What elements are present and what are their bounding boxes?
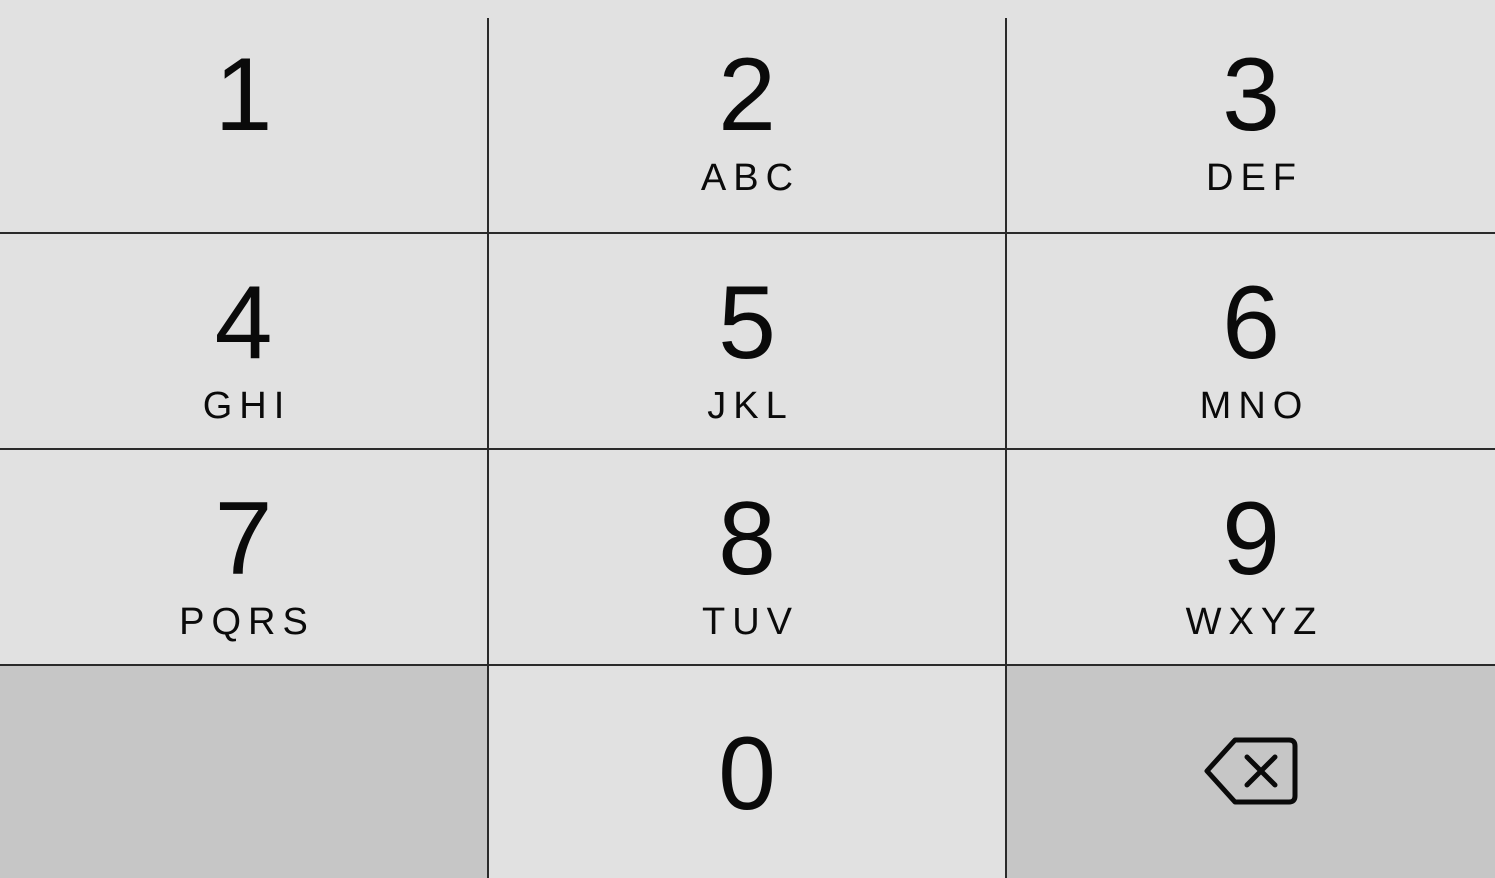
key-8[interactable]: 8 TUV [489,450,1007,666]
key-0[interactable]: 0 [489,666,1007,878]
key-digit: 9 [1222,481,1280,597]
key-letters: MNO [1199,385,1310,427]
key-digit: 7 [214,481,273,597]
backspace-icon [1204,737,1298,805]
key-5[interactable]: 5 JKL [489,234,1007,450]
key-letters: WXYZ [1185,601,1324,643]
key-2[interactable]: 2 ABC [489,0,1007,234]
key-digit: 5 [718,265,776,381]
key-digit: 1 [214,37,273,153]
key-4[interactable]: 4 GHI [0,234,489,450]
key-letters: JKL [707,385,794,427]
key-letters: DEF [1206,157,1303,199]
key-digit: 2 [718,37,776,153]
key-letters: TUV [702,601,799,643]
key-letters: GHI [202,385,292,427]
key-digit: 3 [1222,37,1280,153]
key-1[interactable]: 1 [0,0,489,234]
key-digit: 0 [718,716,776,832]
key-digit: 6 [1222,265,1280,381]
numeric-keypad: 1 2 ABC 3 DEF 4 GHI 5 JKL 6 MNO 7 PQRS 8… [0,0,1495,878]
key-digit: 8 [718,481,776,597]
key-letters: PQRS [179,601,315,643]
key-9[interactable]: 9 WXYZ [1007,450,1495,666]
key-digit: 4 [214,265,273,381]
backspace-button[interactable] [1007,666,1495,878]
key-letters: ABC [700,157,801,199]
key-7[interactable]: 7 PQRS [0,450,489,666]
key-6[interactable]: 6 MNO [1007,234,1495,450]
key-3[interactable]: 3 DEF [1007,0,1495,234]
key-blank [0,666,489,878]
